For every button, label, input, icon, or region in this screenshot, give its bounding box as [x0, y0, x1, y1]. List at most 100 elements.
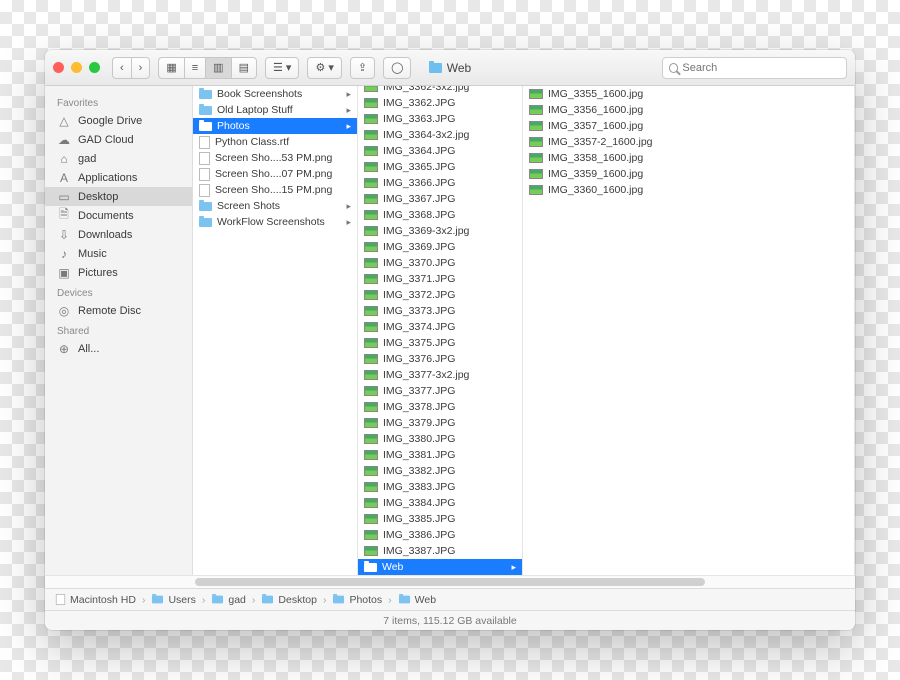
arrange-button[interactable]: ☰ ▾	[265, 57, 299, 79]
file-row[interactable]: Book Screenshots ▸	[193, 86, 357, 102]
sidebar-item[interactable]: ▣Pictures	[45, 263, 192, 282]
sidebar-item[interactable]: ▭Desktop	[45, 187, 192, 206]
list-view-button[interactable]: ≡	[184, 57, 205, 79]
file-row[interactable]: IMG_3369.JPG	[358, 239, 522, 255]
sidebar-item[interactable]: △Google Drive	[45, 111, 192, 130]
sidebar-item[interactable]: ♪Music	[45, 244, 192, 263]
file-row[interactable]: IMG_3355_1600.jpg	[523, 86, 854, 102]
search-field[interactable]	[662, 57, 847, 79]
file-row[interactable]: IMG_3377-3x2.jpg	[358, 367, 522, 383]
file-row[interactable]: IMG_3376.JPG	[358, 351, 522, 367]
file-row[interactable]: Screen Sho....15 PM.png	[193, 182, 357, 198]
file-row[interactable]: IMG_3358_1600.jpg	[523, 150, 854, 166]
file-row[interactable]: IMG_3380.JPG	[358, 431, 522, 447]
status-text: 7 items, 115.12 GB available	[383, 615, 516, 627]
forward-button[interactable]: ›	[131, 57, 151, 79]
file-row[interactable]: IMG_3363.JPG	[358, 111, 522, 127]
image-icon	[529, 137, 543, 147]
sidebar-item[interactable]: AApplications	[45, 168, 192, 187]
file-row[interactable]: IMG_3371.JPG	[358, 271, 522, 287]
file-row[interactable]: Old Laptop Stuff▸	[193, 102, 357, 118]
folder-icon	[199, 202, 212, 211]
path-segment[interactable]: Desktop	[261, 594, 317, 606]
file-name: Screen Sho....15 PM.png	[215, 184, 332, 196]
file-row[interactable]: IMG_3370.JPG	[358, 255, 522, 271]
file-row[interactable]: IMG_3387.JPG	[358, 543, 522, 559]
zoom-button[interactable]	[89, 62, 100, 73]
chevron-right-icon: ▸	[346, 121, 351, 132]
sidebar-item[interactable]: ⌂gad	[45, 149, 192, 168]
action-button[interactable]: ⚙ ▾	[307, 57, 341, 79]
file-row[interactable]: Web▸	[358, 559, 522, 575]
sidebar-item[interactable]: ⇩Downloads	[45, 225, 192, 244]
sidebar-item-label: Music	[78, 248, 107, 260]
file-row[interactable]: IMG_3375.JPG	[358, 335, 522, 351]
file-row[interactable]: IMG_3382.JPG	[358, 463, 522, 479]
file-row[interactable]: IMG_3385.JPG	[358, 511, 522, 527]
file-row[interactable]: IMG_3377.JPG	[358, 383, 522, 399]
file-row[interactable]: IMG_3357-2_1600.jpg	[523, 134, 854, 150]
file-name: IMG_3355_1600.jpg	[548, 88, 643, 100]
file-row[interactable]: IMG_3366.JPG	[358, 175, 522, 191]
sidebar-item-label: GAD Cloud	[78, 134, 134, 146]
column-view-button[interactable]: ▥	[205, 57, 230, 79]
file-row[interactable]: IMG_3362.JPG	[358, 95, 522, 111]
share-button[interactable]: ⇪	[350, 57, 375, 79]
file-row[interactable]: IMG_3379.JPG	[358, 415, 522, 431]
path-segment[interactable]: Photos	[332, 594, 382, 606]
file-row[interactable]: IMG_3381.JPG	[358, 447, 522, 463]
horizontal-scrollbar[interactable]	[45, 575, 855, 588]
file-row[interactable]: WorkFlow Screenshots▸	[193, 214, 357, 230]
file-row[interactable]: IMG_3367.JPG	[358, 191, 522, 207]
image-icon	[364, 162, 378, 172]
file-row[interactable]: IMG_3373.JPG	[358, 303, 522, 319]
file-row[interactable]: IMG_3360_1600.jpg	[523, 182, 854, 198]
file-row[interactable]: Python Class.rtf	[193, 134, 357, 150]
icon-view-button[interactable]: ▦	[158, 57, 183, 79]
sidebar-item-icon: ◎	[57, 304, 71, 318]
file-row[interactable]: IMG_3378.JPG	[358, 399, 522, 415]
path-segment[interactable]: Macintosh HD	[55, 593, 136, 606]
sidebar-item-icon: ⇩	[57, 228, 71, 242]
scrollbar-thumb[interactable]	[195, 578, 705, 586]
minimize-button[interactable]	[71, 62, 82, 73]
file-row[interactable]: IMG_3364-3x2.jpg	[358, 127, 522, 143]
file-name: Book Screenshots	[217, 88, 302, 100]
path-segment[interactable]: Users	[151, 594, 195, 606]
file-row[interactable]: IMG_3368.JPG	[358, 207, 522, 223]
tags-button[interactable]: ◯	[383, 57, 411, 79]
close-button[interactable]	[53, 62, 64, 73]
sidebar-item-icon: ☁	[57, 133, 71, 147]
file-row[interactable]: IMG_3384.JPG	[358, 495, 522, 511]
file-name: Web	[382, 561, 403, 573]
chevron-right-icon: ▸	[346, 89, 351, 100]
file-row[interactable]: IMG_3359_1600.jpg	[523, 166, 854, 182]
file-row[interactable]: IMG_3365.JPG	[358, 159, 522, 175]
file-name: IMG_3379.JPG	[383, 417, 455, 429]
file-row[interactable]: IMG_3356_1600.jpg	[523, 102, 854, 118]
file-row[interactable]: IMG_3372.JPG	[358, 287, 522, 303]
path-segment[interactable]: Web	[398, 594, 436, 606]
sidebar-item[interactable]: ◎Remote Disc	[45, 301, 192, 320]
file-name: IMG_3373.JPG	[383, 305, 455, 317]
file-row[interactable]: IMG_3364.JPG	[358, 143, 522, 159]
file-row[interactable]: Screen Sho....07 PM.png	[193, 166, 357, 182]
sidebar-item[interactable]: 🗎Documents	[45, 206, 192, 225]
file-row[interactable]: IMG_3357_1600.jpg	[523, 118, 854, 134]
path-separator: ›	[252, 594, 256, 606]
file-row[interactable]: IMG_3383.JPG	[358, 479, 522, 495]
gallery-view-button[interactable]: ▤	[231, 57, 257, 79]
image-icon	[364, 210, 378, 220]
file-row[interactable]: IMG_3369-3x2.jpg	[358, 223, 522, 239]
file-row[interactable]: IMG_3362-3x2.jpg	[358, 86, 522, 95]
file-row[interactable]: Screen Shots▸	[193, 198, 357, 214]
search-input[interactable]	[682, 62, 840, 74]
file-row[interactable]: Photos▸	[193, 118, 357, 134]
sidebar-item[interactable]: ⊕All...	[45, 339, 192, 358]
file-row[interactable]: IMG_3374.JPG	[358, 319, 522, 335]
path-segment[interactable]: gad	[211, 594, 246, 606]
file-row[interactable]: Screen Sho....53 PM.png	[193, 150, 357, 166]
sidebar-item[interactable]: ☁ GAD Cloud	[45, 130, 192, 149]
file-row[interactable]: IMG_3386.JPG	[358, 527, 522, 543]
back-button[interactable]: ‹	[112, 57, 131, 79]
